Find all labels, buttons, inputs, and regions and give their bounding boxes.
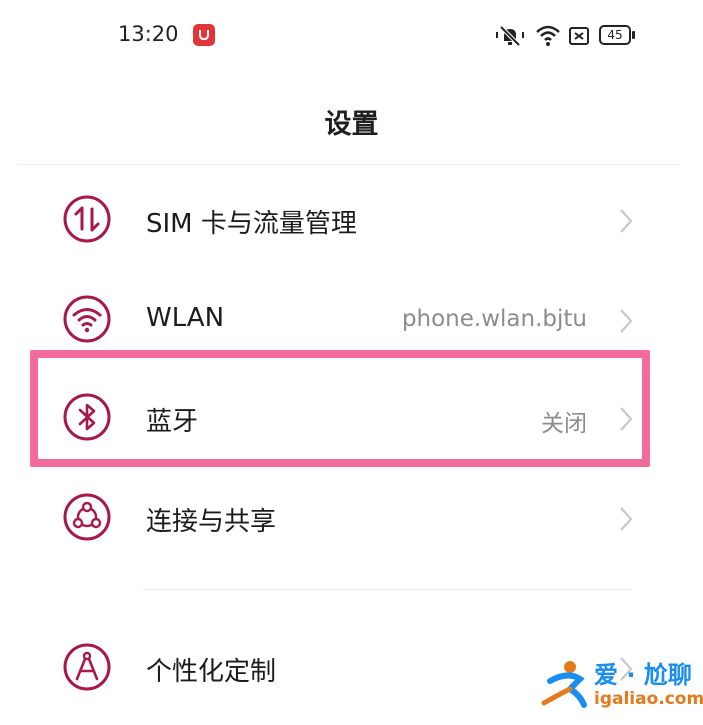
settings-item-label: WLAN <box>146 303 225 333</box>
watermark-url: igaliao.com <box>594 689 703 709</box>
chevron-right-icon <box>620 507 633 531</box>
battery-tip <box>632 31 635 39</box>
mute-bell-icon <box>496 25 524 47</box>
chevron-right-icon <box>620 309 633 333</box>
wifi-icon <box>63 295 111 343</box>
compass-icon <box>63 643 111 691</box>
share-nodes-icon <box>63 493 111 541</box>
watermark: 爱 · 尬聊 igaliao.com <box>540 653 703 719</box>
data-transfer-icon <box>63 195 111 243</box>
page-title: 设置 <box>324 109 379 140</box>
settings-item-share[interactable]: 连接与共享 <box>0 468 703 566</box>
status-icons: 45 <box>495 24 645 48</box>
watermark-title: 爱 · 尬聊 <box>594 661 692 689</box>
settings-item-label: SIM 卡与流量管理 <box>146 209 357 239</box>
header-divider <box>18 164 680 165</box>
chevron-right-icon <box>620 209 633 233</box>
sim-closed-icon <box>569 27 589 45</box>
settings-item-value: phone.wlan.bjtu <box>401 306 587 332</box>
status-time: 13:20 <box>118 22 179 46</box>
settings-item-label: 连接与共享 <box>146 507 277 537</box>
battery-icon: 45 <box>599 25 631 45</box>
section-divider <box>143 589 631 590</box>
settings-item-label: 个性化定制 <box>146 657 277 687</box>
runner-logo-icon <box>541 661 587 708</box>
status-bar: 13:20 45 <box>0 0 703 70</box>
highlight-box <box>30 350 650 467</box>
red-app-icon <box>193 24 215 46</box>
wifi-icon <box>536 25 560 46</box>
settings-item-sim[interactable]: SIM 卡与流量管理 <box>0 170 703 268</box>
battery-level: 45 <box>607 28 623 42</box>
